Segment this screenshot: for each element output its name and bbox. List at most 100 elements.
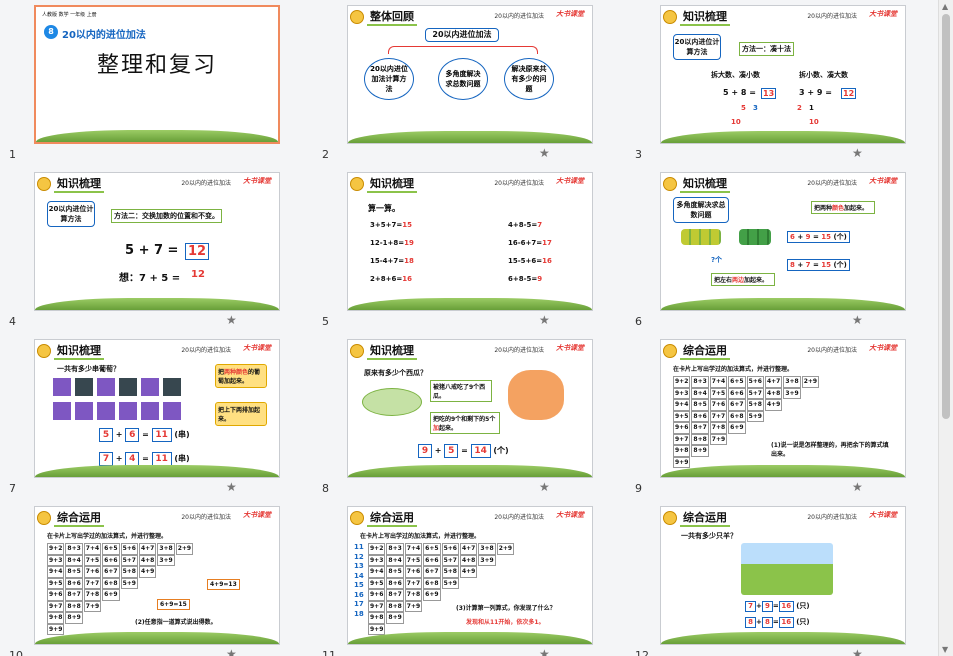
addition-card: 9+7 (47, 600, 65, 612)
addition-card: 7+5 (404, 554, 423, 566)
card-row: 9+5 8+6 7+7 6+8 5+9 (368, 577, 515, 589)
card-row: 9+4 8+5 7+6 6+7 5+8 4+9 (47, 566, 194, 578)
animation-star-icon[interactable]: ★ (852, 146, 863, 160)
addition-card: 6+7 (423, 566, 441, 578)
addition-card: 6+8 (423, 577, 441, 589)
result: 18 (404, 257, 414, 265)
sum: 15 (821, 261, 831, 269)
bulb-icon (37, 511, 51, 525)
ten-1: 10 (731, 118, 741, 126)
grass-decoration (661, 465, 905, 477)
brand-logo: 大书课堂 (869, 344, 897, 352)
animation-star-icon[interactable]: ★ (226, 480, 237, 494)
addition-card: 9+6 (673, 422, 691, 434)
brand-logo: 大书课堂 (556, 10, 584, 18)
addition-card: 7+6 (83, 566, 102, 578)
animation-star-icon[interactable]: ★ (852, 480, 863, 494)
slide-thumbnail-1[interactable]: 人教版 数学 一年级 上册 8 20以内的进位加法 整理和复习 1 (0, 0, 313, 167)
scroll-up-icon[interactable]: ▲ (942, 2, 948, 11)
animation-star-icon[interactable]: ★ (852, 313, 863, 327)
slide-number: 9 (635, 482, 642, 495)
callout-text: 把吃的9个和剩下的5个 (433, 416, 496, 423)
sum: 14 (470, 444, 491, 458)
op: + (434, 446, 442, 455)
sum: 11 (151, 452, 172, 466)
unit: (只) (796, 618, 810, 626)
callout-text: 加起来。 (744, 277, 769, 284)
addition-card: 5+8 (441, 566, 459, 578)
animation-star-icon[interactable]: ★ (226, 647, 237, 656)
slide-thumbnail-2[interactable]: 整体回顾 20以内的进位加法 大书课堂 20以内进位加法 20以内进位加法计算方… (313, 0, 626, 167)
op: + (115, 430, 123, 439)
callout-eaten: 被猪八戒吃了9个西瓜。 (430, 380, 492, 402)
unit-title: 20以内的进位加法 (62, 30, 146, 41)
equation-2: 想：7 + 5 = (119, 273, 181, 284)
bulb-icon (663, 511, 677, 525)
addition-card: 9+5 (673, 410, 691, 422)
animation-star-icon[interactable]: ★ (226, 313, 237, 327)
slide-thumbnail-6[interactable]: 知识梳理 20以内的进位加法 大书课堂 多角度解决求总数问题 把两种颜色加起来。… (626, 167, 939, 334)
callout-rows: 把上下两排加起来。 (215, 402, 267, 426)
animation-star-icon[interactable]: ★ (539, 480, 550, 494)
slide-thumbnail-9[interactable]: 综合运用 20以内的进位加法 大书课堂 在卡片上写出学过的加法算式，并进行整理。… (626, 334, 939, 501)
animation-star-icon[interactable]: ★ (539, 146, 550, 160)
animation-star-icon[interactable]: ★ (852, 647, 863, 656)
addition-card: 7+5 (709, 387, 728, 399)
slide-header: 综合运用 (680, 342, 730, 360)
op: = (142, 454, 149, 463)
slide-thumbnail-11[interactable]: 综合运用 20以内的进位加法 大书课堂 在卡片上写出学过的加法算式，并进行整理。… (313, 501, 626, 656)
addition-card: 9+4 (368, 566, 386, 578)
addition-card: 8+5 (386, 566, 404, 578)
scrollbar-thumb[interactable] (942, 14, 950, 419)
slide-thumbnail-12[interactable]: 综合运用 20以内的进位加法 大书课堂 一共有多少只羊？ 7 +9 = 16 (只) … (626, 501, 939, 656)
addition-card: 8+5 (691, 399, 709, 411)
card-row: 9+4 8+5 7+6 6+7 5+8 4+9 (673, 399, 820, 411)
label-1: 拆大数、凑小数 (711, 71, 760, 79)
addition-card: 6+6 (423, 554, 441, 566)
slide-thumbnail-7[interactable]: 知识梳理 20以内的进位加法 大书课堂 一共有多少串葡萄？ 把两种颜色的葡萄加起… (0, 334, 313, 501)
card-row: 9+2 8+3 7+4 6+5 5+6 4+7 3+8 2+9 (47, 543, 194, 555)
card-row: 9+5 8+6 7+7 6+8 5+9 (673, 410, 820, 422)
slide-thumbnail-10[interactable]: 综合运用 20以内的进位加法 大书课堂 在卡片上写出学过的加法算式，并进行整理。… (0, 501, 313, 656)
topic-tag: 20以内的进位加法 (807, 13, 857, 20)
answer-1: 13 (761, 88, 777, 99)
card-row: 9+2 8+3 7+4 6+5 5+6 4+7 3+8 2+9 (673, 376, 820, 388)
sum: 11 (151, 428, 172, 442)
addition-card: 5+9 (120, 577, 138, 589)
method-box: 方法二：交换加数的位置和不变。 (111, 209, 222, 223)
addition-card: 9+6 (368, 589, 386, 601)
callout-text: 加起来。 (844, 205, 869, 212)
slide-thumbnail-3[interactable]: 知识梳理 20以内的进位加法 大书课堂 20以内进位计算方法 方法一：凑十法 拆… (626, 0, 939, 167)
topic-tag: 20以内的进位加法 (807, 347, 857, 354)
term: 6 (125, 428, 140, 442)
addition-card: 4+9 (459, 566, 478, 578)
slide-thumbnail-4[interactable]: 知识梳理 20以内的进位加法 大书课堂 20以内进位计算方法 方法二：交换加数的… (0, 167, 313, 334)
addition-card: 9+8 (368, 612, 386, 624)
slide-thumbnail-5[interactable]: 知识梳理 20以内的进位加法 大书课堂 算一算。 3+5+7=15 12-1+8… (313, 167, 626, 334)
addition-card: 6+9 (423, 589, 441, 601)
addition-card: 5+8 (746, 399, 764, 411)
vertical-scrollbar[interactable]: ▲ ▼ (938, 0, 953, 656)
question: 原来有多少个西瓜？ (364, 369, 427, 377)
result: 16 (402, 275, 412, 283)
addition-card: 9+8 (673, 445, 691, 457)
topic-tag: 20以内的进位加法 (494, 347, 544, 354)
grass-decoration (348, 298, 592, 310)
slide-number: 5 (322, 315, 329, 328)
animation-star-icon[interactable]: ★ (539, 647, 550, 656)
addition-card: 4+9 (138, 566, 157, 578)
addition-card: 9+7 (673, 433, 691, 445)
scroll-down-icon[interactable]: ▼ (942, 645, 948, 654)
animation-star-icon[interactable]: ★ (539, 313, 550, 327)
addition-card: 7+4 (709, 376, 728, 388)
addition-card: 8+5 (65, 566, 83, 578)
topic-tag: 20以内的进位加法 (494, 13, 544, 20)
callout-6-9: 6+9=15 (157, 599, 190, 610)
addition-card: 6+6 (728, 387, 746, 399)
slide-number: 12 (635, 649, 649, 656)
card-row: 9+6 8+7 7+8 6+9 (368, 589, 515, 601)
slide-thumbnail-8[interactable]: 知识梳理 20以内的进位加法 大书课堂 原来有多少个西瓜？ 被猪八戒吃了9个西瓜… (313, 334, 626, 501)
equation-2: 3 + 9 = (799, 88, 832, 97)
answer-2: 12 (191, 269, 205, 280)
addition-card: 9+6 (47, 589, 65, 601)
